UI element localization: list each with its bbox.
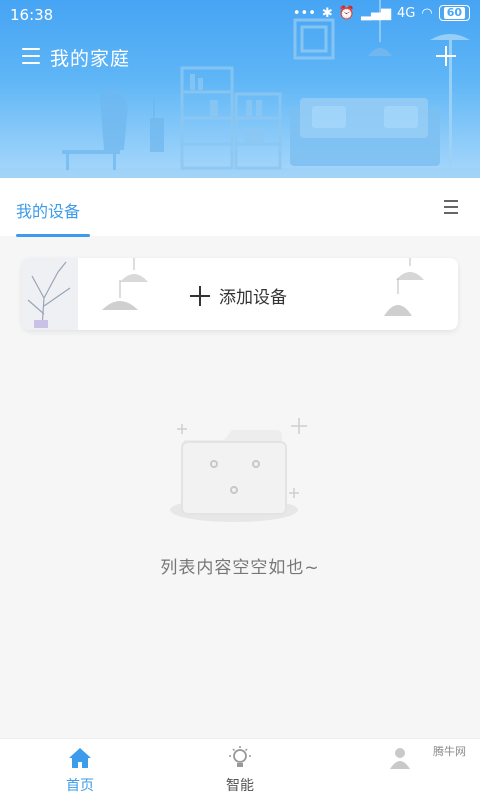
- add-plus-icon[interactable]: [436, 46, 456, 66]
- watermark-text: 腾牛网: [433, 745, 466, 758]
- list-menu-icon[interactable]: [444, 200, 458, 214]
- dots-icon: •••: [292, 5, 316, 21]
- alarm-icon: ⏰: [338, 5, 355, 21]
- nav-home-label: 首页: [66, 778, 94, 794]
- plus-icon: [190, 285, 210, 306]
- home-header: 16:38 ••• ✱ ⏰ ▂▄▆ 4G ◠ 60 我的家庭: [0, 0, 480, 178]
- status-time: 16:38: [10, 6, 54, 24]
- tab-indicator: [16, 234, 90, 237]
- page-title[interactable]: 我的家庭: [50, 44, 130, 71]
- tab-my-devices[interactable]: 我的设备: [16, 198, 80, 222]
- nav-profile[interactable]: [360, 745, 440, 775]
- device-tab-bar: 我的设备: [0, 178, 480, 237]
- nav-smart[interactable]: 智能: [200, 745, 280, 795]
- nav-home[interactable]: 首页: [40, 745, 120, 795]
- bulb-icon: [229, 746, 251, 767]
- empty-message: 列表内容空空如也~: [160, 558, 320, 578]
- add-device-card[interactable]: 添加设备: [22, 258, 458, 330]
- bluetooth-icon: ✱: [321, 5, 333, 21]
- nav-smart-label: 智能: [226, 778, 254, 794]
- add-device-label: 添加设备: [219, 288, 287, 308]
- wifi-icon: ◠: [421, 5, 433, 21]
- battery-icon: 60: [438, 5, 470, 21]
- battery-level: 60: [443, 7, 465, 19]
- status-bar: 16:38 ••• ✱ ⏰ ▂▄▆ 4G ◠ 60: [0, 0, 480, 30]
- network-type: 4G: [396, 5, 416, 21]
- user-icon: [390, 748, 410, 769]
- bottom-nav: 首页 智能: [0, 738, 480, 800]
- empty-folder-icon: [170, 418, 307, 522]
- signal-icon: ▂▄▆: [360, 5, 391, 21]
- hamburger-icon[interactable]: [22, 48, 40, 64]
- home-icon: [69, 748, 91, 768]
- add-device-button[interactable]: 添加设备: [190, 283, 287, 308]
